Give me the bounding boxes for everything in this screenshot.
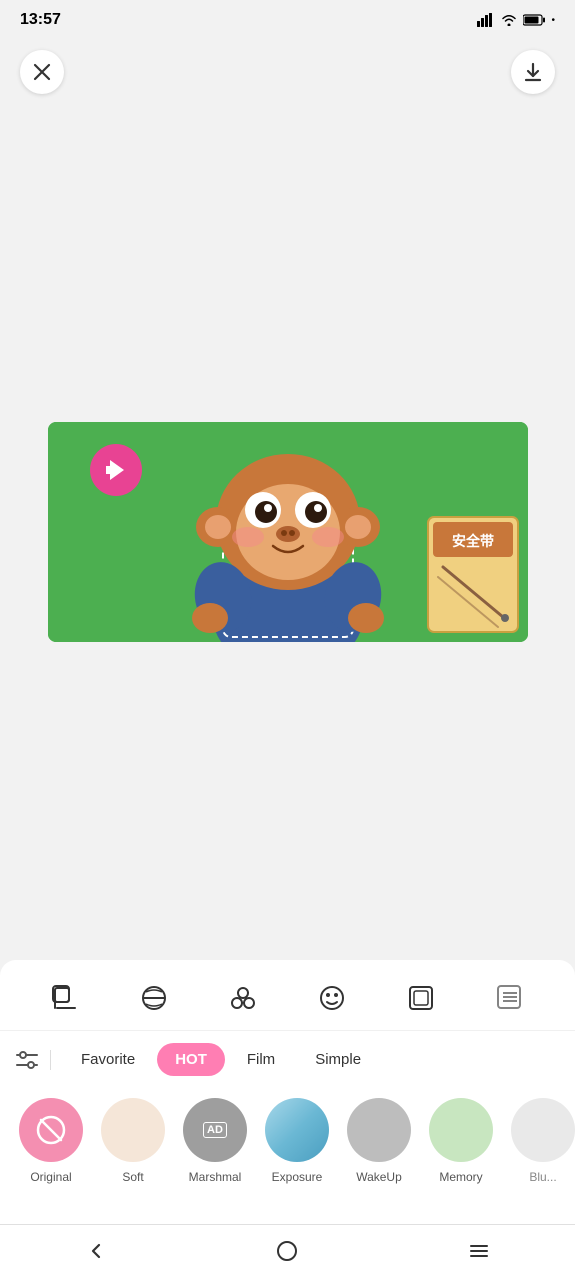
filter-soft[interactable]: Soft bbox=[98, 1098, 168, 1184]
svg-text:安全带: 安全带 bbox=[452, 533, 494, 549]
soft-label: Soft bbox=[122, 1170, 143, 1184]
marshmal-circle: AD bbox=[183, 1098, 247, 1162]
sticker-tool[interactable] bbox=[221, 976, 265, 1020]
tab-simple[interactable]: Simple bbox=[297, 1043, 379, 1076]
memory-label: Memory bbox=[439, 1170, 482, 1184]
status-time: 13:57 bbox=[20, 11, 61, 29]
download-button[interactable] bbox=[511, 50, 555, 94]
dot-indicator: • bbox=[551, 15, 555, 26]
top-bar bbox=[0, 40, 575, 104]
frame-icon bbox=[407, 984, 435, 1012]
home-icon bbox=[275, 1239, 299, 1263]
face-tool[interactable] bbox=[310, 976, 354, 1020]
tab-divider bbox=[50, 1050, 51, 1070]
image-area: 安全带 bbox=[0, 104, 575, 960]
filter-icon bbox=[140, 984, 168, 1012]
download-icon bbox=[523, 62, 543, 82]
original-label: Original bbox=[30, 1170, 71, 1184]
nav-bar bbox=[0, 1224, 575, 1280]
more-icon bbox=[496, 984, 524, 1012]
tab-hot[interactable]: HOT bbox=[157, 1043, 225, 1076]
bottom-panel: Favorite HOT Film Simple Original Soft A… bbox=[0, 960, 575, 1224]
back-icon bbox=[84, 1239, 108, 1263]
menu-icon bbox=[467, 1239, 491, 1263]
tab-favorite[interactable]: Favorite bbox=[63, 1043, 153, 1076]
more-tool[interactable] bbox=[488, 976, 532, 1020]
monkey-artwork: 安全带 bbox=[48, 422, 528, 642]
ban-icon bbox=[35, 1114, 67, 1146]
filter-items: Original Soft AD Marshmal Exposure WakeU… bbox=[0, 1088, 575, 1204]
exposure-circle bbox=[265, 1098, 329, 1162]
filter-tabs: Favorite HOT Film Simple bbox=[0, 1031, 575, 1088]
filter-tool[interactable] bbox=[132, 976, 176, 1020]
crop-icon bbox=[51, 984, 79, 1012]
sliders-icon bbox=[16, 1051, 38, 1069]
frame-tool[interactable] bbox=[399, 976, 443, 1020]
wakeup-label: WakeUp bbox=[356, 1170, 402, 1184]
filter-memory[interactable]: Memory bbox=[426, 1098, 496, 1184]
signal-icon bbox=[477, 13, 495, 27]
nav-back-button[interactable] bbox=[74, 1229, 118, 1273]
filter-marshmal[interactable]: AD Marshmal bbox=[180, 1098, 250, 1184]
exposure-label: Exposure bbox=[272, 1170, 323, 1184]
sticker-image: 安全带 bbox=[48, 422, 528, 642]
filter-blur[interactable]: Blu... bbox=[508, 1098, 575, 1184]
filter-settings[interactable] bbox=[16, 1051, 38, 1069]
ad-badge: AD bbox=[203, 1122, 227, 1138]
crop-tool[interactable] bbox=[43, 976, 87, 1020]
sticker-icon bbox=[229, 984, 257, 1012]
close-icon bbox=[33, 63, 51, 81]
filter-exposure[interactable]: Exposure bbox=[262, 1098, 332, 1184]
face-icon bbox=[318, 984, 346, 1012]
original-circle bbox=[19, 1098, 83, 1162]
blur-label: Blu... bbox=[529, 1170, 556, 1184]
tool-row bbox=[0, 960, 575, 1031]
close-button[interactable] bbox=[20, 50, 64, 94]
tab-film[interactable]: Film bbox=[229, 1043, 293, 1076]
filter-wakeup[interactable]: WakeUp bbox=[344, 1098, 414, 1184]
status-icons: • bbox=[477, 13, 555, 27]
wakeup-circle bbox=[347, 1098, 411, 1162]
nav-menu-button[interactable] bbox=[457, 1229, 501, 1273]
wifi-icon bbox=[501, 14, 517, 26]
memory-circle bbox=[429, 1098, 493, 1162]
soft-circle bbox=[101, 1098, 165, 1162]
marshmal-label: Marshmal bbox=[189, 1170, 242, 1184]
battery-icon bbox=[523, 14, 545, 26]
filter-original[interactable]: Original bbox=[16, 1098, 86, 1184]
status-bar: 13:57 • bbox=[0, 0, 575, 40]
nav-home-button[interactable] bbox=[265, 1229, 309, 1273]
blur-circle bbox=[511, 1098, 575, 1162]
